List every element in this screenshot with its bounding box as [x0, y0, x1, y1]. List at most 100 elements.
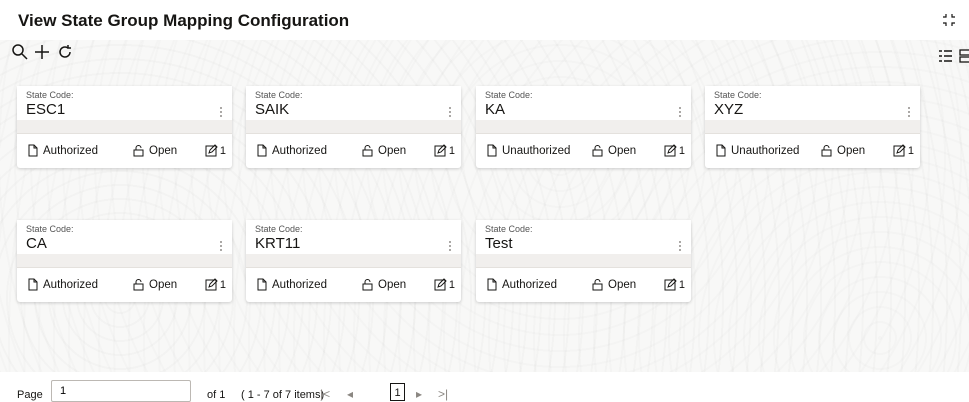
kebab-menu-icon[interactable]	[677, 239, 683, 253]
authorization-status: Authorized	[485, 278, 557, 291]
document-icon	[28, 144, 38, 157]
first-page-button[interactable]: |<	[320, 387, 330, 401]
state-code-value: ESC1	[26, 101, 66, 118]
kebab-menu-icon[interactable]	[447, 239, 453, 253]
edit-count-text: 1	[678, 144, 685, 157]
next-page-button[interactable]: ▸	[416, 387, 422, 401]
state-code-label: State Code:	[485, 90, 533, 100]
authorization-status: Authorized	[255, 278, 327, 291]
edit-icon	[664, 144, 677, 157]
state-code-label: State Code:	[714, 90, 762, 100]
authorization-status: Unauthorized	[485, 144, 570, 157]
collapse-icon[interactable]	[941, 12, 957, 28]
record-card[interactable]: State Code: Test Authorized Open 1	[476, 220, 691, 302]
authorization-status: Authorized	[26, 278, 98, 291]
authorization-status: Unauthorized	[714, 144, 799, 157]
edit-count-text: 1	[907, 144, 914, 157]
status-text: Authorized	[43, 278, 98, 291]
edit-icon	[664, 278, 677, 291]
card-footer: Authorized Open 1	[246, 133, 461, 169]
card-band	[705, 120, 920, 133]
previous-page-button[interactable]: ◂	[347, 387, 353, 401]
unlock-icon	[133, 145, 144, 157]
status-text: Authorized	[272, 278, 327, 291]
card-band	[246, 120, 461, 133]
page-title: View State Group Mapping Configuration	[18, 11, 350, 30]
document-icon	[257, 278, 267, 291]
last-page-button[interactable]: >|	[438, 387, 448, 401]
lock-status: Open	[132, 278, 177, 291]
kebab-menu-icon[interactable]	[218, 239, 224, 253]
card-band	[17, 120, 232, 133]
record-card[interactable]: State Code: KRT11 Authorized Open 1	[246, 220, 461, 302]
card-band	[246, 254, 461, 267]
state-code-label: State Code:	[485, 224, 533, 234]
state-code-value: KA	[485, 101, 506, 118]
pagination-bar: Page of 1 ( 1 - 7 of 7 items) |< ◂ 1 ▸ >…	[0, 372, 969, 402]
toolbar	[0, 40, 969, 68]
plus-icon[interactable]	[32, 42, 52, 62]
unlock-icon	[362, 279, 373, 291]
lock-text: Open	[378, 144, 407, 157]
status-text: Authorized	[502, 278, 557, 291]
kebab-menu-icon[interactable]	[447, 105, 453, 119]
card-footer: Unauthorized Open 1	[476, 133, 691, 169]
state-code-value: CA	[26, 235, 47, 252]
kebab-menu-icon[interactable]	[677, 105, 683, 119]
edit-icon	[893, 144, 906, 157]
card-footer: Authorized Open 1	[17, 133, 232, 169]
edit-icon	[434, 144, 447, 157]
page-number-input[interactable]	[51, 380, 191, 402]
edit-icon	[434, 278, 447, 291]
unlock-icon	[133, 279, 144, 291]
list-view-icon[interactable]	[937, 48, 953, 64]
state-code-value: Test	[485, 235, 513, 252]
state-code-value: XYZ	[714, 101, 744, 118]
kebab-menu-icon[interactable]	[218, 105, 224, 119]
record-card[interactable]: State Code: CA Authorized Open 1	[17, 220, 232, 302]
document-icon	[487, 144, 497, 157]
lock-status: Open	[591, 278, 636, 291]
card-footer: Authorized Open 1	[476, 267, 691, 303]
modification-count: 1	[664, 144, 685, 157]
search-icon[interactable]	[10, 42, 30, 62]
authorization-status: Authorized	[26, 144, 98, 157]
unlock-icon	[592, 145, 603, 157]
item-range-text: ( 1 - 7 of 7 items)	[241, 389, 325, 401]
unlock-icon	[592, 279, 603, 291]
kebab-menu-icon[interactable]	[906, 105, 912, 119]
lock-text: Open	[149, 278, 178, 291]
record-card[interactable]: State Code: SAIK Authorized Open 1	[246, 86, 461, 168]
edit-icon	[205, 144, 218, 157]
refresh-icon[interactable]	[55, 42, 75, 62]
unlock-icon	[821, 145, 832, 157]
document-icon	[716, 144, 726, 157]
record-card[interactable]: State Code: ESC1 Authorized Open 1	[17, 86, 232, 168]
state-code-value: SAIK	[255, 101, 290, 118]
lock-status: Open	[361, 278, 406, 291]
card-band	[17, 254, 232, 267]
status-text: Authorized	[272, 144, 327, 157]
edit-count-text: 1	[678, 278, 685, 291]
tile-view-icon[interactable]	[958, 48, 969, 64]
record-card[interactable]: State Code: KA Unauthorized Open 1	[476, 86, 691, 168]
modification-count: 1	[893, 144, 914, 157]
card-footer: Unauthorized Open 1	[705, 133, 920, 169]
modification-count: 1	[664, 278, 685, 291]
document-icon	[28, 278, 38, 291]
lock-text: Open	[608, 278, 637, 291]
current-page-button[interactable]: 1	[390, 383, 405, 401]
lock-text: Open	[378, 278, 407, 291]
card-footer: Authorized Open 1	[246, 267, 461, 303]
state-code-label: State Code:	[255, 90, 303, 100]
page-header: View State Group Mapping Configuration	[0, 0, 969, 40]
lock-text: Open	[149, 144, 178, 157]
unlock-icon	[362, 145, 373, 157]
record-card[interactable]: State Code: XYZ Unauthorized Open 1	[705, 86, 920, 168]
edit-count-text: 1	[219, 278, 226, 291]
lock-status: Open	[820, 144, 865, 157]
state-code-label: State Code:	[26, 90, 74, 100]
card-footer: Authorized Open 1	[17, 267, 232, 303]
page-total-text: of 1	[207, 389, 226, 401]
edit-count-text: 1	[448, 278, 455, 291]
